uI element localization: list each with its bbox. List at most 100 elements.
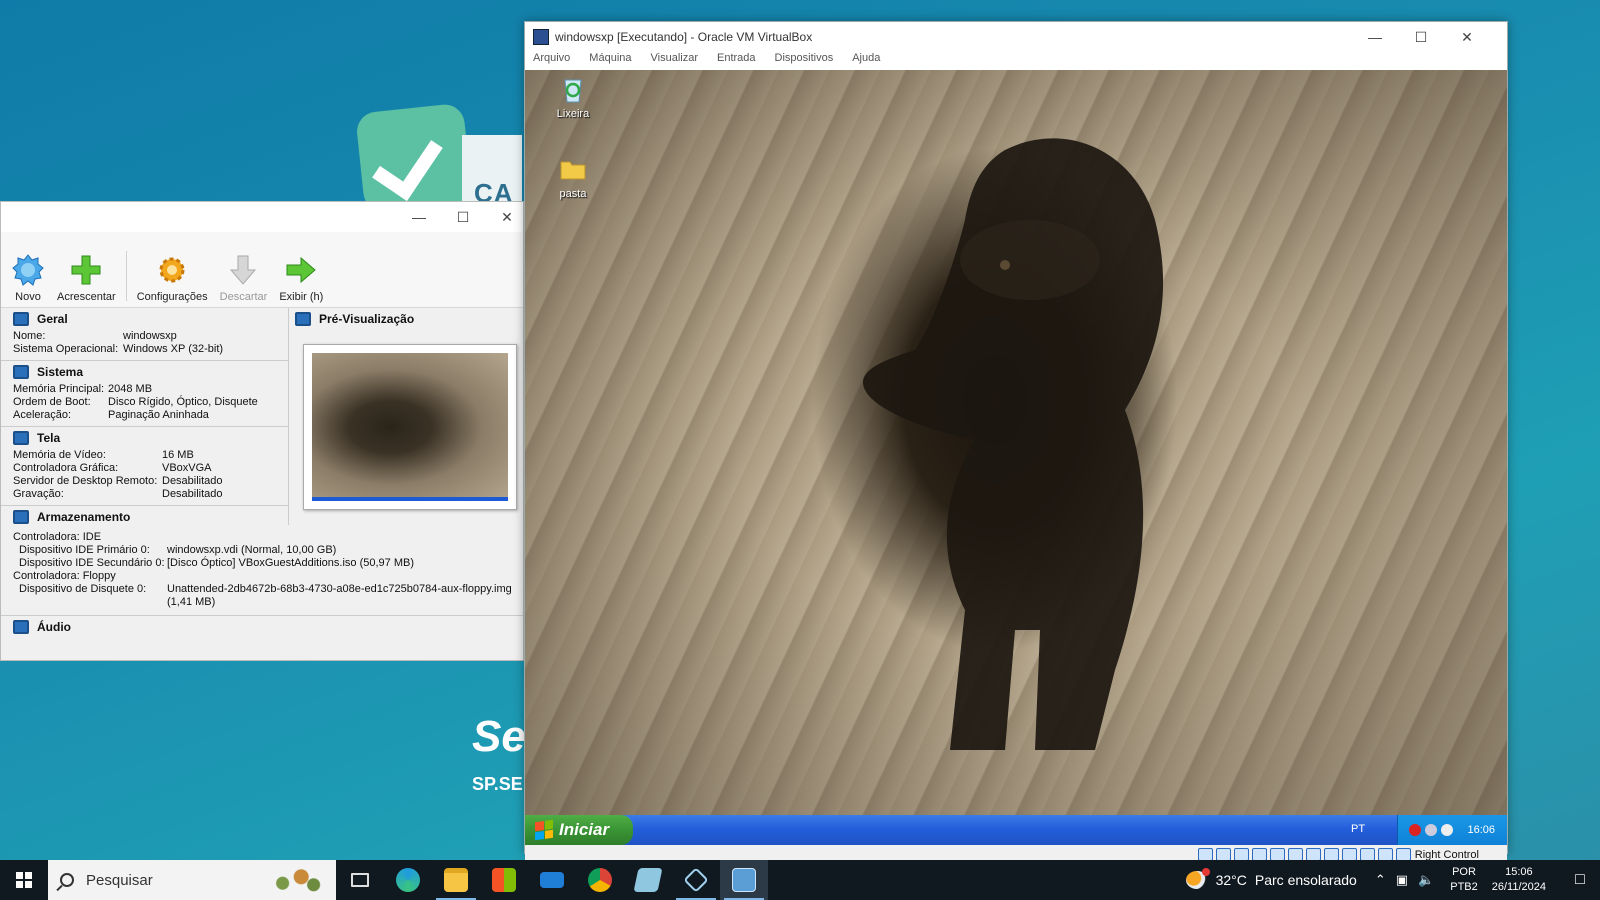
weather-temp: 32°C <box>1215 872 1247 888</box>
desktop-wallpaper-brand-sub: SP.SE <box>472 774 523 794</box>
store-app[interactable] <box>480 860 528 900</box>
dog-wallpaper-image <box>863 138 1164 750</box>
general-section: Geral Nome: windowsxp Sistema Operacional… <box>1 308 288 361</box>
close-button[interactable]: ✕ <box>485 202 523 232</box>
gear-icon <box>155 253 189 287</box>
show-button[interactable]: Exibir (h) <box>273 253 329 307</box>
xp-taskbar: Iniciar PT 16:06 <box>525 815 1507 845</box>
tray-app-icon[interactable] <box>1425 824 1438 836</box>
host-key-label: Right Control <box>1414 848 1479 861</box>
recording-key: Gravação: <box>13 488 64 500</box>
language-code: POR <box>1452 866 1476 878</box>
system-title: Sistema <box>37 365 84 379</box>
acceleration-value: Paginação Aninhada <box>108 409 209 421</box>
preview-header[interactable]: Pré-Visualização <box>289 308 523 330</box>
edge-app[interactable] <box>384 860 432 900</box>
notes-app[interactable] <box>624 860 672 900</box>
maximize-button[interactable]: ☐ <box>441 202 485 232</box>
xp-start-button[interactable]: Iniciar <box>525 815 633 845</box>
weather-text: Parc ensolarado <box>1254 872 1357 888</box>
taskbar-clock[interactable]: 15:06 26/11/2024 <box>1492 865 1546 895</box>
tray-network-icon[interactable] <box>1441 824 1454 836</box>
virtualbox-manager-window: — ☐ ✕ Novo Acrescentar Configurações Des… <box>0 201 524 661</box>
keyboard-layout: PTB2 <box>1450 881 1478 893</box>
notepad-icon <box>633 868 663 892</box>
plus-icon <box>69 253 103 287</box>
ide-secondary-value: [Disco Óptico] VBoxGuestAdditions.iso (5… <box>167 557 414 569</box>
notification-center-icon[interactable]: □ <box>1560 871 1600 889</box>
add-vm-button[interactable]: Acrescentar <box>51 253 122 307</box>
storage-icon <box>13 510 29 524</box>
virtualbox-manager-app[interactable] <box>672 860 720 900</box>
guest-screen[interactable]: Lixeira pasta <box>525 70 1507 815</box>
vm-close-button[interactable]: ✕ <box>1445 22 1489 52</box>
taskbar-app-list <box>336 860 768 900</box>
mail-app[interactable] <box>528 860 576 900</box>
security-shield-icon[interactable] <box>1409 824 1422 836</box>
floppy-controller-label: Controladora: Floppy <box>13 570 116 582</box>
new-vm-button[interactable]: Novo <box>5 253 51 307</box>
remote-desktop-key: Servidor de Desktop Remoto: <box>13 475 158 487</box>
floppy-value: Unattended-2db4672b-68b3-4730-a08e-ed1c7… <box>167 583 512 595</box>
discard-button[interactable]: Descartar <box>214 253 274 307</box>
graphics-controller-key: Controladora Gráfica: <box>13 462 119 474</box>
start-button[interactable] <box>0 860 48 900</box>
input-language[interactable]: POR PTB2 <box>1450 865 1478 895</box>
display-icon <box>13 431 29 445</box>
xp-language-indicator[interactable]: PT <box>1351 823 1365 835</box>
os-key: Sistema Operacional: <box>13 343 119 355</box>
minimize-button[interactable]: — <box>397 202 441 232</box>
floppy-key: Dispositivo de Disquete 0: <box>19 583 147 595</box>
xp-clock: 16:06 <box>1467 824 1495 836</box>
name-value: windowsxp <box>123 330 177 342</box>
new-label: Novo <box>15 291 41 303</box>
graphics-controller-value: VBoxVGA <box>162 462 212 474</box>
system-tray: 32°C Parc ensolarado ⌃ ▣ 🔈 POR PTB2 15:0… <box>1185 860 1600 900</box>
menu-ajuda[interactable]: Ajuda <box>852 52 880 70</box>
windowsxp-vm-app[interactable] <box>720 860 768 900</box>
manager-titlebar[interactable]: — ☐ ✕ <box>1 202 523 232</box>
menu-dispositivos[interactable]: Dispositivos <box>775 52 834 70</box>
system-section: Sistema Memória Principal: 2048 MB Ordem … <box>1 361 288 427</box>
settings-label: Configurações <box>136 291 208 303</box>
vm-titlebar[interactable]: windowsxp [Executando] - Oracle VM Virtu… <box>525 22 1507 52</box>
display-title: Tela <box>37 431 61 445</box>
menu-visualizar[interactable]: Visualizar <box>651 52 699 70</box>
network-icon[interactable]: ▣ <box>1396 872 1408 888</box>
clock-time: 15:06 <box>1505 866 1533 878</box>
menu-maquina[interactable]: Máquina <box>589 52 631 70</box>
manager-toolbar: Novo Acrescentar Configurações Descartar <box>1 232 523 308</box>
menu-entrada[interactable]: Entrada <box>717 52 756 70</box>
weather-widget[interactable]: 32°C Parc ensolarado <box>1185 868 1357 889</box>
settings-button[interactable]: Configurações <box>131 253 214 307</box>
display-header[interactable]: Tela <box>1 427 288 449</box>
file-explorer-app[interactable] <box>432 860 480 900</box>
desktop-wallpaper-logo <box>355 102 473 214</box>
vm-window: windowsxp [Executando] - Oracle VM Virtu… <box>524 21 1508 864</box>
general-header[interactable]: Geral <box>1 308 288 330</box>
taskbar-search-box[interactable]: Pesquisar <box>48 860 336 900</box>
search-icon <box>60 873 74 887</box>
system-header[interactable]: Sistema <box>1 361 288 383</box>
vm-preview-thumbnail <box>312 353 508 501</box>
chrome-icon <box>588 868 612 892</box>
acceleration-key: Aceleração: <box>13 409 72 421</box>
boot-order-key: Ordem de Boot: <box>13 396 91 408</box>
task-view-button[interactable] <box>336 860 384 900</box>
menu-arquivo[interactable]: Arquivo <box>533 52 570 70</box>
search-placeholder: Pesquisar <box>86 871 153 889</box>
recycle-bin-icon <box>558 74 588 104</box>
vm-minimize-button[interactable]: — <box>1353 22 1397 52</box>
recycle-bin-label: Lixeira <box>556 108 590 120</box>
chrome-app[interactable] <box>576 860 624 900</box>
windows-logo-icon <box>16 872 32 888</box>
xp-start-label: Iniciar <box>559 820 610 839</box>
chevron-up-icon[interactable]: ⌃ <box>1375 872 1386 888</box>
vm-maximize-button[interactable]: ☐ <box>1399 22 1443 52</box>
folder-label: pasta <box>559 188 587 200</box>
toolbar-separator <box>125 251 127 301</box>
volume-icon[interactable]: 🔈 <box>1418 872 1434 888</box>
folder-desktop-icon[interactable]: pasta <box>533 154 613 200</box>
recycle-bin-desktop-icon[interactable]: Lixeira <box>533 74 613 120</box>
audio-header[interactable]: Áudio <box>1 616 523 638</box>
